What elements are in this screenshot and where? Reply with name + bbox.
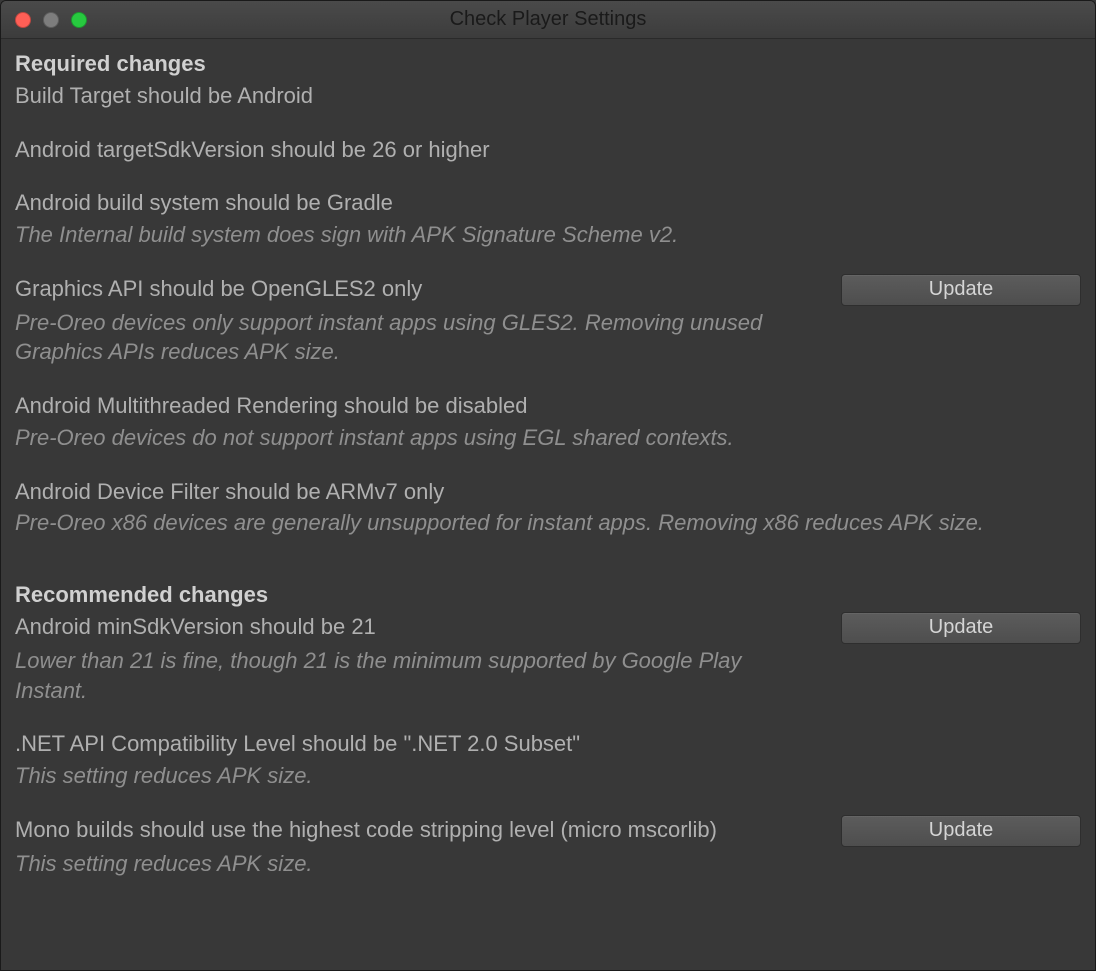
setting-title: Build Target should be Android (15, 81, 1081, 111)
setting-item: Android build system should be Gradle Th… (15, 188, 1081, 249)
traffic-lights (1, 12, 87, 28)
setting-desc: Lower than 21 is fine, though 21 is the … (15, 646, 815, 705)
window: Check Player Settings Required changes B… (0, 0, 1096, 971)
titlebar: Check Player Settings (1, 1, 1095, 39)
setting-desc: Pre-Oreo devices only support instant ap… (15, 308, 815, 367)
setting-item: Android Multithreaded Rendering should b… (15, 391, 1081, 452)
setting-item: Graphics API should be OpenGLES2 only Up… (15, 274, 1081, 367)
setting-item: Mono builds should use the highest code … (15, 815, 1081, 879)
setting-desc: Pre-Oreo devices do not support instant … (15, 423, 1045, 453)
update-button[interactable]: Update (841, 612, 1081, 644)
setting-desc: This setting reduces APK size. (15, 761, 1045, 791)
setting-item: Android targetSdkVersion should be 26 or… (15, 135, 1081, 165)
setting-title: Android build system should be Gradle (15, 188, 1081, 218)
setting-item: Build Target should be Android (15, 81, 1081, 111)
setting-title: Android Multithreaded Rendering should b… (15, 391, 1081, 421)
setting-title: Mono builds should use the highest code … (15, 815, 829, 845)
setting-item: Android Device Filter should be ARMv7 on… (15, 477, 1081, 538)
setting-title: Android minSdkVersion should be 21 (15, 612, 829, 642)
setting-title: .NET API Compatibility Level should be "… (15, 729, 1081, 759)
setting-desc: Pre-Oreo x86 devices are generally unsup… (15, 508, 1045, 538)
content: Required changes Build Target should be … (1, 39, 1095, 900)
close-icon[interactable] (15, 12, 31, 28)
update-button[interactable]: Update (841, 815, 1081, 847)
required-heading: Required changes (15, 51, 1081, 77)
setting-desc: The Internal build system does sign with… (15, 220, 1045, 250)
update-button[interactable]: Update (841, 274, 1081, 306)
window-title: Check Player Settings (1, 8, 1095, 31)
recommended-heading: Recommended changes (15, 582, 1081, 608)
setting-title: Android Device Filter should be ARMv7 on… (15, 477, 1081, 507)
setting-desc: This setting reduces APK size. (15, 849, 1045, 879)
setting-title: Android targetSdkVersion should be 26 or… (15, 135, 1081, 165)
minimize-icon[interactable] (43, 12, 59, 28)
setting-title: Graphics API should be OpenGLES2 only (15, 274, 829, 304)
setting-item: Android minSdkVersion should be 21 Updat… (15, 612, 1081, 705)
zoom-icon[interactable] (71, 12, 87, 28)
setting-item: .NET API Compatibility Level should be "… (15, 729, 1081, 790)
